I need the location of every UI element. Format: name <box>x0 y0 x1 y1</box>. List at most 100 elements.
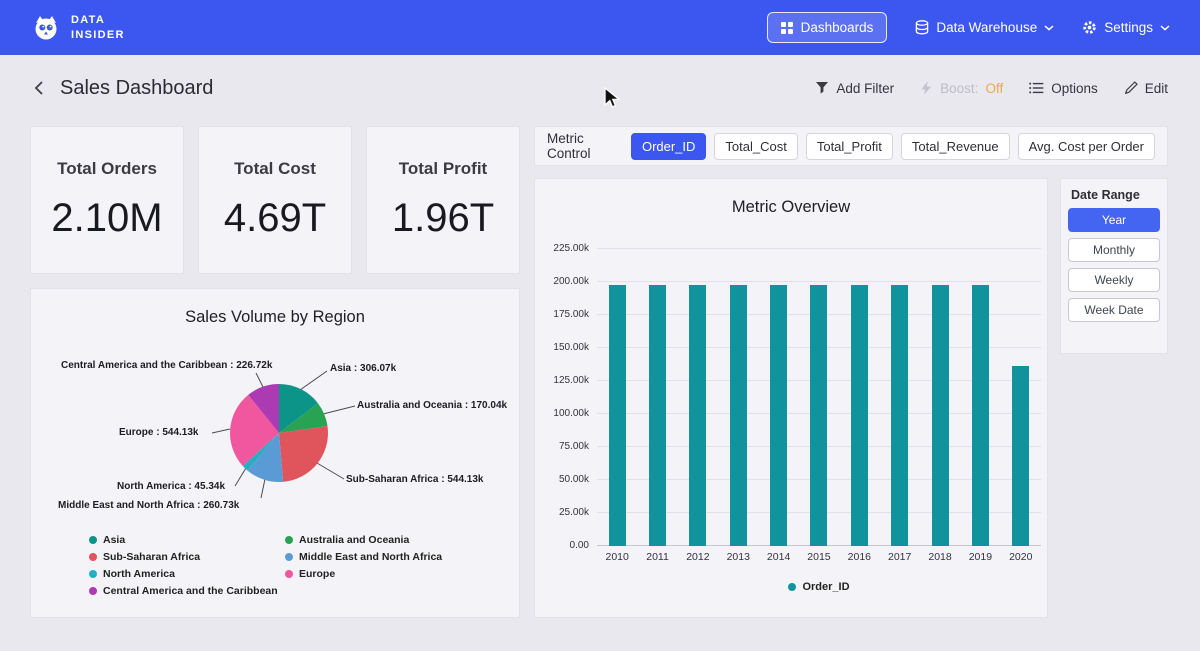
metric-button-order-id[interactable]: Order_ID <box>631 133 706 160</box>
bar-2019[interactable] <box>972 285 989 546</box>
y-tick-label: 0.00 <box>570 540 589 551</box>
x-tick-label: 2010 <box>605 551 628 563</box>
brand-line2: INSIDER <box>71 28 125 42</box>
add-filter-label: Add Filter <box>836 81 894 96</box>
filter-funnel-icon <box>815 81 829 95</box>
legend-dot <box>89 570 97 578</box>
brand-logo[interactable]: DATA INSIDER <box>30 12 125 44</box>
legend-dot <box>89 553 97 561</box>
nav-dashboards-button[interactable]: Dashboards <box>767 12 888 43</box>
options-button[interactable]: Options <box>1029 81 1098 96</box>
brand-line1: DATA <box>71 13 125 27</box>
metric-button-avg-cost-per-order[interactable]: Avg. Cost per Order <box>1018 133 1155 160</box>
bar-legend-dot <box>788 583 796 591</box>
legend-dot <box>89 587 97 595</box>
metric-control-bar: Metric Control Order_IDTotal_CostTotal_P… <box>534 126 1168 166</box>
back-button[interactable] <box>32 78 46 98</box>
bar-chart-title: Metric Overview <box>535 198 1047 217</box>
bar-plot: 2010201120122013201420152016201720182019… <box>597 249 1041 546</box>
bar-y-ticks: 225.00k200.00k175.00k150.00k125.00k100.0… <box>535 249 589 546</box>
bar-columns: 2010201120122013201420152016201720182019… <box>597 249 1041 546</box>
pie-callout-australia: Australia and Oceania : 170.04k <box>357 400 507 411</box>
bar-2016[interactable] <box>851 285 868 546</box>
legend-label: Central America and the Caribbean <box>103 585 278 597</box>
add-filter-button[interactable]: Add Filter <box>815 81 894 96</box>
legend-label: Middle East and North Africa <box>299 551 442 563</box>
bar-2014[interactable] <box>770 285 787 546</box>
pie-callout-central-america: Central America and the Caribbean : 226.… <box>61 360 272 371</box>
date-range-year[interactable]: Year <box>1068 208 1160 232</box>
bar-column-2016: 2016 <box>839 249 879 546</box>
y-tick-label: 25.00k <box>559 507 589 518</box>
bar-column-2019: 2019 <box>960 249 1000 546</box>
x-tick-label: 2016 <box>848 551 871 563</box>
bar-2017[interactable] <box>891 285 908 546</box>
bar-2013[interactable] <box>730 285 747 546</box>
metric-button-total-revenue[interactable]: Total_Revenue <box>901 133 1010 160</box>
gear-icon <box>1082 20 1097 35</box>
legend-label: Australia and Oceania <box>299 534 409 546</box>
legend-item-australia-and-oceania[interactable]: Australia and Oceania <box>285 532 442 547</box>
bar-column-2015: 2015 <box>799 249 839 546</box>
y-tick-label: 150.00k <box>553 342 589 353</box>
legend-label: Europe <box>299 568 335 580</box>
bar-2020[interactable] <box>1012 366 1029 546</box>
metric-button-total-profit[interactable]: Total_Profit <box>806 133 893 160</box>
pie-chart-card: Sales Volume by Region Central America a… <box>30 288 520 618</box>
date-range-label: Date Range <box>1061 179 1167 202</box>
pie-callout-middle-east: Middle East and North Africa : 260.73k <box>58 500 239 511</box>
database-icon <box>915 20 929 35</box>
date-range-weekly[interactable]: Weekly <box>1068 268 1160 292</box>
kpi-value: 2.10M <box>51 196 162 241</box>
pie-slice-sub-saharan-africa[interactable] <box>279 426 328 482</box>
y-tick-label: 75.00k <box>559 441 589 452</box>
bar-chart-card: Metric Overview 225.00k200.00k175.00k150… <box>534 178 1048 618</box>
x-tick-label: 2018 <box>928 551 951 563</box>
bar-column-2014: 2014 <box>758 249 798 546</box>
x-tick-label: 2019 <box>969 551 992 563</box>
x-tick-label: 2020 <box>1009 551 1032 563</box>
legend-label: Asia <box>103 534 125 546</box>
date-range-monthly[interactable]: Monthly <box>1068 238 1160 262</box>
bar-2010[interactable] <box>609 285 626 546</box>
legend-item-europe[interactable]: Europe <box>285 566 442 581</box>
kpi-label: Total Profit <box>399 159 487 179</box>
x-tick-label: 2011 <box>646 551 669 563</box>
bar-2011[interactable] <box>649 285 666 546</box>
y-tick-label: 175.00k <box>553 309 589 320</box>
bar-legend[interactable]: Order_ID <box>597 581 1041 593</box>
bar-column-2018: 2018 <box>920 249 960 546</box>
y-tick-label: 225.00k <box>553 243 589 254</box>
legend-item-asia[interactable]: Asia <box>89 532 285 547</box>
legend-item-sub-saharan-africa[interactable]: Sub-Saharan Africa <box>89 549 285 564</box>
legend-dot <box>285 536 293 544</box>
x-tick-label: 2017 <box>888 551 911 563</box>
bar-2015[interactable] <box>810 285 827 546</box>
kpi-value: 4.69T <box>224 196 326 241</box>
legend-item-middle-east-and-north-africa[interactable]: Middle East and North Africa <box>285 549 442 564</box>
chevron-down-icon <box>1160 25 1170 31</box>
chevron-down-icon <box>1044 25 1054 31</box>
bar-2018[interactable] <box>932 285 949 546</box>
nav-data-warehouse[interactable]: Data Warehouse <box>915 20 1054 35</box>
date-range-week-date[interactable]: Week Date <box>1068 298 1160 322</box>
nav-settings[interactable]: Settings <box>1082 20 1170 35</box>
metric-button-total-cost[interactable]: Total_Cost <box>714 133 797 160</box>
boost-label: Boost: <box>940 81 978 96</box>
pie-callout-asia: Asia : 306.07k <box>330 363 396 374</box>
edit-button[interactable]: Edit <box>1124 81 1168 96</box>
boost-toggle[interactable]: Boost: Off <box>920 81 1003 96</box>
pie-svg <box>219 373 339 493</box>
bar-2012[interactable] <box>689 285 706 546</box>
legend-item-central-america-and-the-caribbean[interactable]: Central America and the Caribbean <box>89 583 285 598</box>
options-list-icon <box>1029 82 1044 94</box>
nav-dashboards-label: Dashboards <box>801 20 874 35</box>
legend-dot <box>89 536 97 544</box>
pie-callout-europe: Europe : 544.13k <box>119 427 198 438</box>
legend-item-north-america[interactable]: North America <box>89 566 285 581</box>
kpi-label: Total Orders <box>57 159 157 179</box>
x-tick-label: 2014 <box>767 551 790 563</box>
owl-logo-icon <box>30 12 62 44</box>
dashboards-grid-icon <box>781 22 793 34</box>
y-tick-label: 50.00k <box>559 474 589 485</box>
